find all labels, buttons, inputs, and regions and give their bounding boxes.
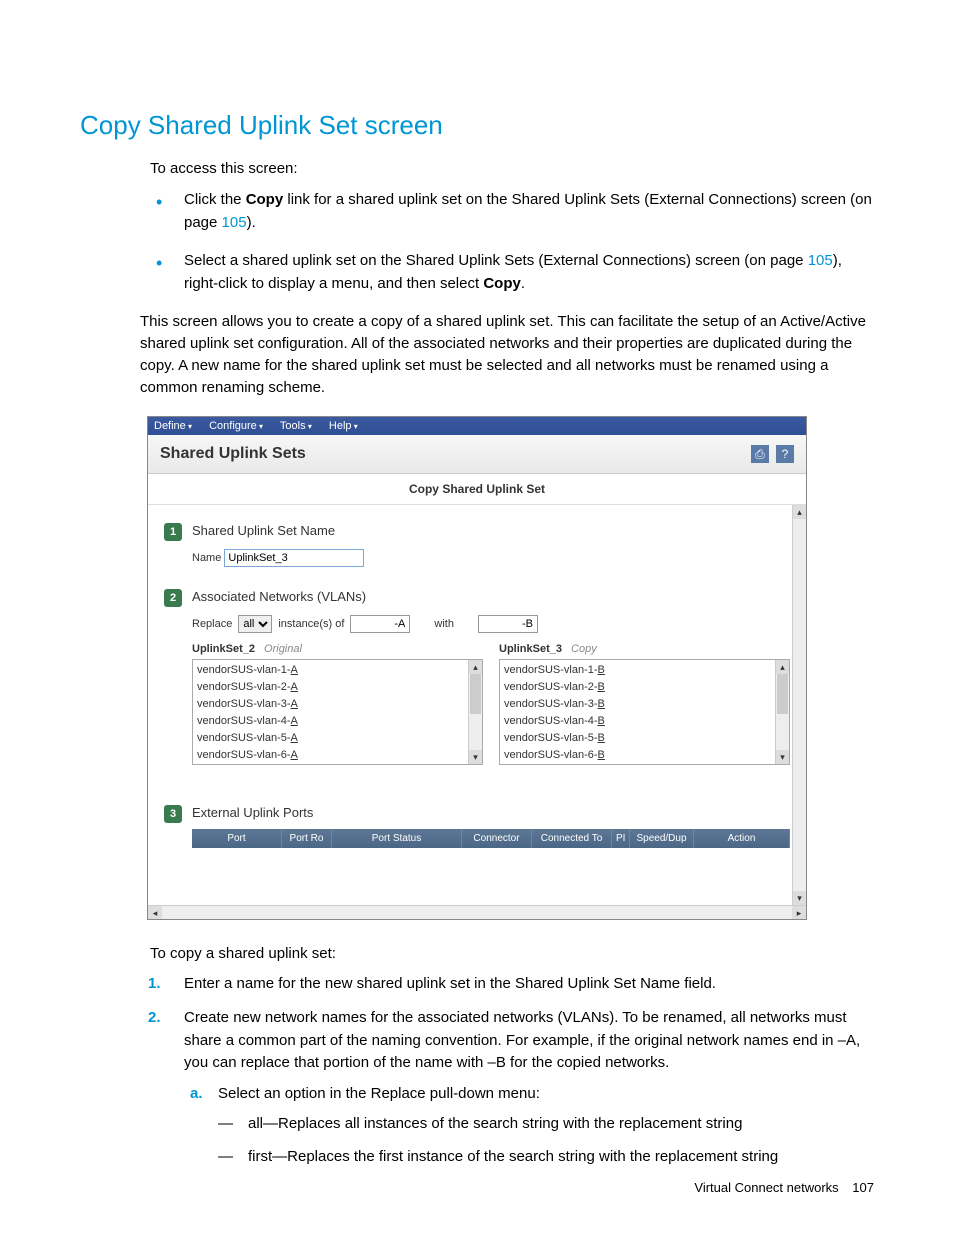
replace-find-input[interactable] (350, 615, 410, 633)
scroll-down-icon[interactable]: ▾ (776, 750, 789, 764)
vlan-item[interactable]: vendorSUS-vlan-5-A (197, 730, 464, 747)
app-window: Define Configure Tools Help Shared Uplin… (147, 416, 807, 920)
menu-configure[interactable]: Configure (209, 420, 263, 432)
vlan-item[interactable]: vendorSUS-vlan-4-B (504, 713, 771, 730)
replace-with-input[interactable] (478, 615, 538, 633)
body-paragraph: This screen allows you to create a copy … (140, 311, 874, 398)
panel-hscrollbar[interactable]: ◂ ▸ (148, 905, 806, 919)
scroll-down-icon[interactable]: ▾ (469, 750, 482, 764)
vlan-item[interactable]: vendorSUS-vlan-1-A (197, 662, 464, 679)
titlebar: Shared Uplink Sets ⎙ ? (148, 435, 806, 474)
copy-vlan-list[interactable]: vendorSUS-vlan-1-BvendorSUS-vlan-2-Bvend… (499, 659, 790, 765)
step2-label: Associated Networks (VLANs) (192, 589, 366, 604)
step-badge-1: 1 (164, 523, 182, 541)
dash-item: first—Replaces the first instance of the… (218, 1146, 874, 1169)
intro-text: To access this screen: (150, 159, 874, 179)
bullet-item: Select a shared uplink set on the Shared… (150, 250, 874, 295)
panel-scrollbar[interactable]: ▴ ▾ (792, 505, 806, 905)
page-link[interactable]: 105 (222, 214, 247, 231)
replace-mid-label: instance(s) of (278, 618, 344, 630)
scroll-right-icon[interactable]: ▸ (792, 906, 806, 919)
menubar: Define Configure Tools Help (148, 417, 806, 435)
panel-subtitle: Copy Shared Uplink Set (148, 474, 806, 505)
name-field-label: Name (192, 552, 221, 564)
vlan-item[interactable]: vendorSUS-vlan-1-B (504, 662, 771, 679)
orig-set-label: UplinkSet_2 (192, 643, 255, 655)
page-link[interactable]: 105 (808, 252, 833, 269)
scroll-thumb[interactable] (777, 674, 788, 714)
copy-tag: Copy (571, 643, 597, 655)
vlan-item[interactable]: vendorSUS-vlan-3-A (197, 696, 464, 713)
print-icon[interactable]: ⎙ (751, 445, 769, 463)
menu-help[interactable]: Help (329, 420, 358, 432)
vlan-item[interactable]: vendorSUS-vlan-6-B (504, 747, 771, 764)
replace-label: Replace (192, 618, 232, 630)
replace-with-label: with (434, 618, 454, 630)
step-badge-3: 3 (164, 805, 182, 823)
access-bullets: Click the Copy link for a shared uplink … (150, 189, 874, 295)
scroll-thumb[interactable] (470, 674, 481, 714)
panel-title: Shared Uplink Sets (160, 445, 306, 463)
vlan-item[interactable]: vendorSUS-vlan-2-A (197, 679, 464, 696)
vlan-item[interactable]: vendorSUS-vlan-4-A (197, 713, 464, 730)
vlan-item[interactable]: vendorSUS-vlan-5-B (504, 730, 771, 747)
scroll-up-icon[interactable]: ▴ (469, 660, 482, 674)
copy-set-label: UplinkSet_3 (499, 643, 562, 655)
sus-name-input[interactable] (224, 549, 364, 567)
substep-item: Select an option in the Replace pull-dow… (184, 1083, 874, 1169)
vlan-item[interactable]: vendorSUS-vlan-2-B (504, 679, 771, 696)
menu-define[interactable]: Define (154, 420, 192, 432)
post-intro: To copy a shared uplink set: (150, 944, 874, 964)
replace-scope-select[interactable]: all (238, 615, 272, 633)
scroll-left-icon[interactable]: ◂ (148, 906, 162, 919)
step-badge-2: 2 (164, 589, 182, 607)
menu-tools[interactable]: Tools (280, 420, 312, 432)
step-item: Enter a name for the new shared uplink s… (140, 973, 874, 996)
scroll-down-icon[interactable]: ▾ (793, 891, 806, 905)
scroll-up-icon[interactable]: ▴ (793, 505, 806, 519)
uplink-ports-header: Port Port Ro Port Status Connector Conne… (192, 829, 790, 848)
vlan-item[interactable]: vendorSUS-vlan-3-B (504, 696, 771, 713)
vlan-item[interactable]: vendorSUS-vlan-6-A (197, 747, 464, 764)
step3-label: External Uplink Ports (192, 805, 313, 820)
scroll-up-icon[interactable]: ▴ (776, 660, 789, 674)
page-footer: Virtual Connect networks 107 (694, 1180, 874, 1195)
dash-item: all—Replaces all instances of the search… (218, 1113, 874, 1136)
step-item: Create new network names for the associa… (140, 1007, 874, 1168)
procedure-steps: Enter a name for the new shared uplink s… (140, 973, 874, 1169)
help-icon[interactable]: ? (776, 445, 794, 463)
bullet-item: Click the Copy link for a shared uplink … (150, 189, 874, 234)
page-heading: Copy Shared Uplink Set screen (80, 110, 874, 141)
original-vlan-list[interactable]: vendorSUS-vlan-1-AvendorSUS-vlan-2-Avend… (192, 659, 483, 765)
step1-label: Shared Uplink Set Name (192, 523, 335, 538)
orig-tag: Original (264, 643, 302, 655)
